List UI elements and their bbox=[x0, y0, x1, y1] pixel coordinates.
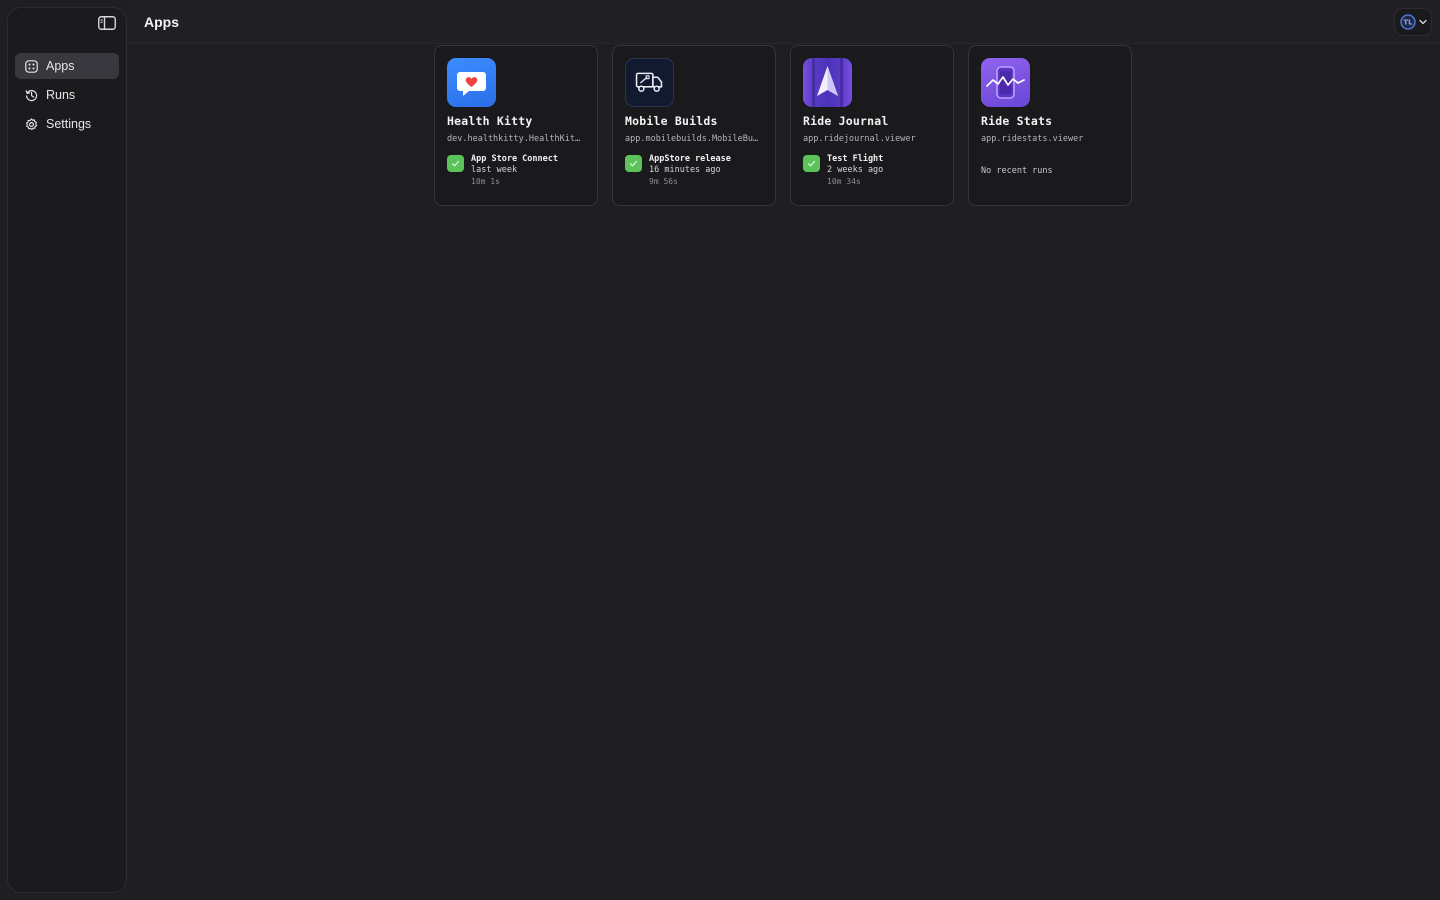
bundle-id: app.mobilebuilds.MobileBuilds bbox=[625, 134, 761, 144]
run-time: 2 weeks ago bbox=[827, 165, 884, 175]
latest-run: App Store Connect last week 10m 1s bbox=[447, 154, 585, 187]
run-time: 16 minutes ago bbox=[649, 165, 721, 175]
bundle-id: app.ridestats.viewer bbox=[981, 134, 1084, 144]
svg-text:TL: TL bbox=[1403, 19, 1413, 27]
app-card-health-kitty[interactable]: Health Kitty dev.healthkitty.HealthKitty… bbox=[434, 45, 598, 206]
run-time: last week bbox=[471, 165, 518, 175]
success-check-icon bbox=[803, 155, 820, 172]
app-name: Mobile Builds bbox=[625, 114, 718, 128]
heart-chat-icon bbox=[447, 58, 496, 107]
apps-icon bbox=[25, 59, 38, 73]
latest-run: AppStore release 16 minutes ago 9m 56s bbox=[625, 154, 763, 187]
app-name: Health Kitty bbox=[447, 114, 533, 128]
no-recent-runs-label: No recent runs bbox=[981, 166, 1053, 176]
app-grid: Health Kitty dev.healthkitty.HealthKitty… bbox=[434, 45, 1132, 206]
gear-icon bbox=[25, 117, 38, 130]
phone-chart-icon bbox=[981, 58, 1030, 107]
app-name: Ride Stats bbox=[981, 114, 1053, 128]
bundle-id: app.ridejournal.viewer bbox=[803, 134, 916, 144]
sidebar-item-label: Apps bbox=[46, 59, 75, 73]
sidebar-item-label: Settings bbox=[46, 117, 92, 131]
run-duration: 9m 56s bbox=[649, 177, 678, 186]
run-name: App Store Connect bbox=[471, 154, 558, 164]
run-duration: 10m 1s bbox=[471, 177, 500, 186]
sidebar: Apps Runs Settings bbox=[7, 7, 127, 893]
chevron-down-icon bbox=[1418, 19, 1427, 25]
run-name: Test Flight bbox=[827, 154, 884, 164]
navigation-arrow-icon bbox=[803, 58, 852, 107]
app-card-ride-journal[interactable]: Ride Journal app.ridejournal.viewer Test… bbox=[790, 45, 954, 206]
success-check-icon bbox=[447, 155, 464, 172]
sidebar-item-runs[interactable]: Runs bbox=[15, 82, 119, 108]
sidebar-toggle-button[interactable] bbox=[98, 15, 116, 31]
sidebar-item-settings[interactable]: Settings bbox=[15, 111, 119, 137]
sidebar-item-label: Runs bbox=[46, 88, 76, 102]
run-name: AppStore release bbox=[649, 154, 731, 164]
history-icon bbox=[25, 89, 38, 101]
app-name: Ride Journal bbox=[803, 114, 889, 128]
page-title: Apps bbox=[144, 14, 179, 30]
account-menu-button[interactable]: TL bbox=[1394, 8, 1432, 36]
top-bar: Apps TL bbox=[127, 0, 1440, 44]
latest-run: Test Flight 2 weeks ago 10m 34s bbox=[803, 154, 941, 187]
sidebar-toggle-icon bbox=[98, 16, 116, 30]
bundle-id: dev.healthkitty.HealthKitty bbox=[447, 134, 583, 144]
delivery-truck-icon bbox=[625, 58, 674, 107]
account-avatar-icon: TL bbox=[1399, 14, 1416, 30]
app-card-ride-stats[interactable]: Ride Stats app.ridestats.viewer No recen… bbox=[968, 45, 1132, 206]
success-check-icon bbox=[625, 155, 642, 172]
run-duration: 10m 34s bbox=[827, 177, 861, 186]
sidebar-item-apps[interactable]: Apps bbox=[15, 53, 119, 79]
app-card-mobile-builds[interactable]: Mobile Builds app.mobilebuilds.MobileBui… bbox=[612, 45, 776, 206]
sidebar-nav: Apps Runs Settings bbox=[15, 53, 119, 137]
